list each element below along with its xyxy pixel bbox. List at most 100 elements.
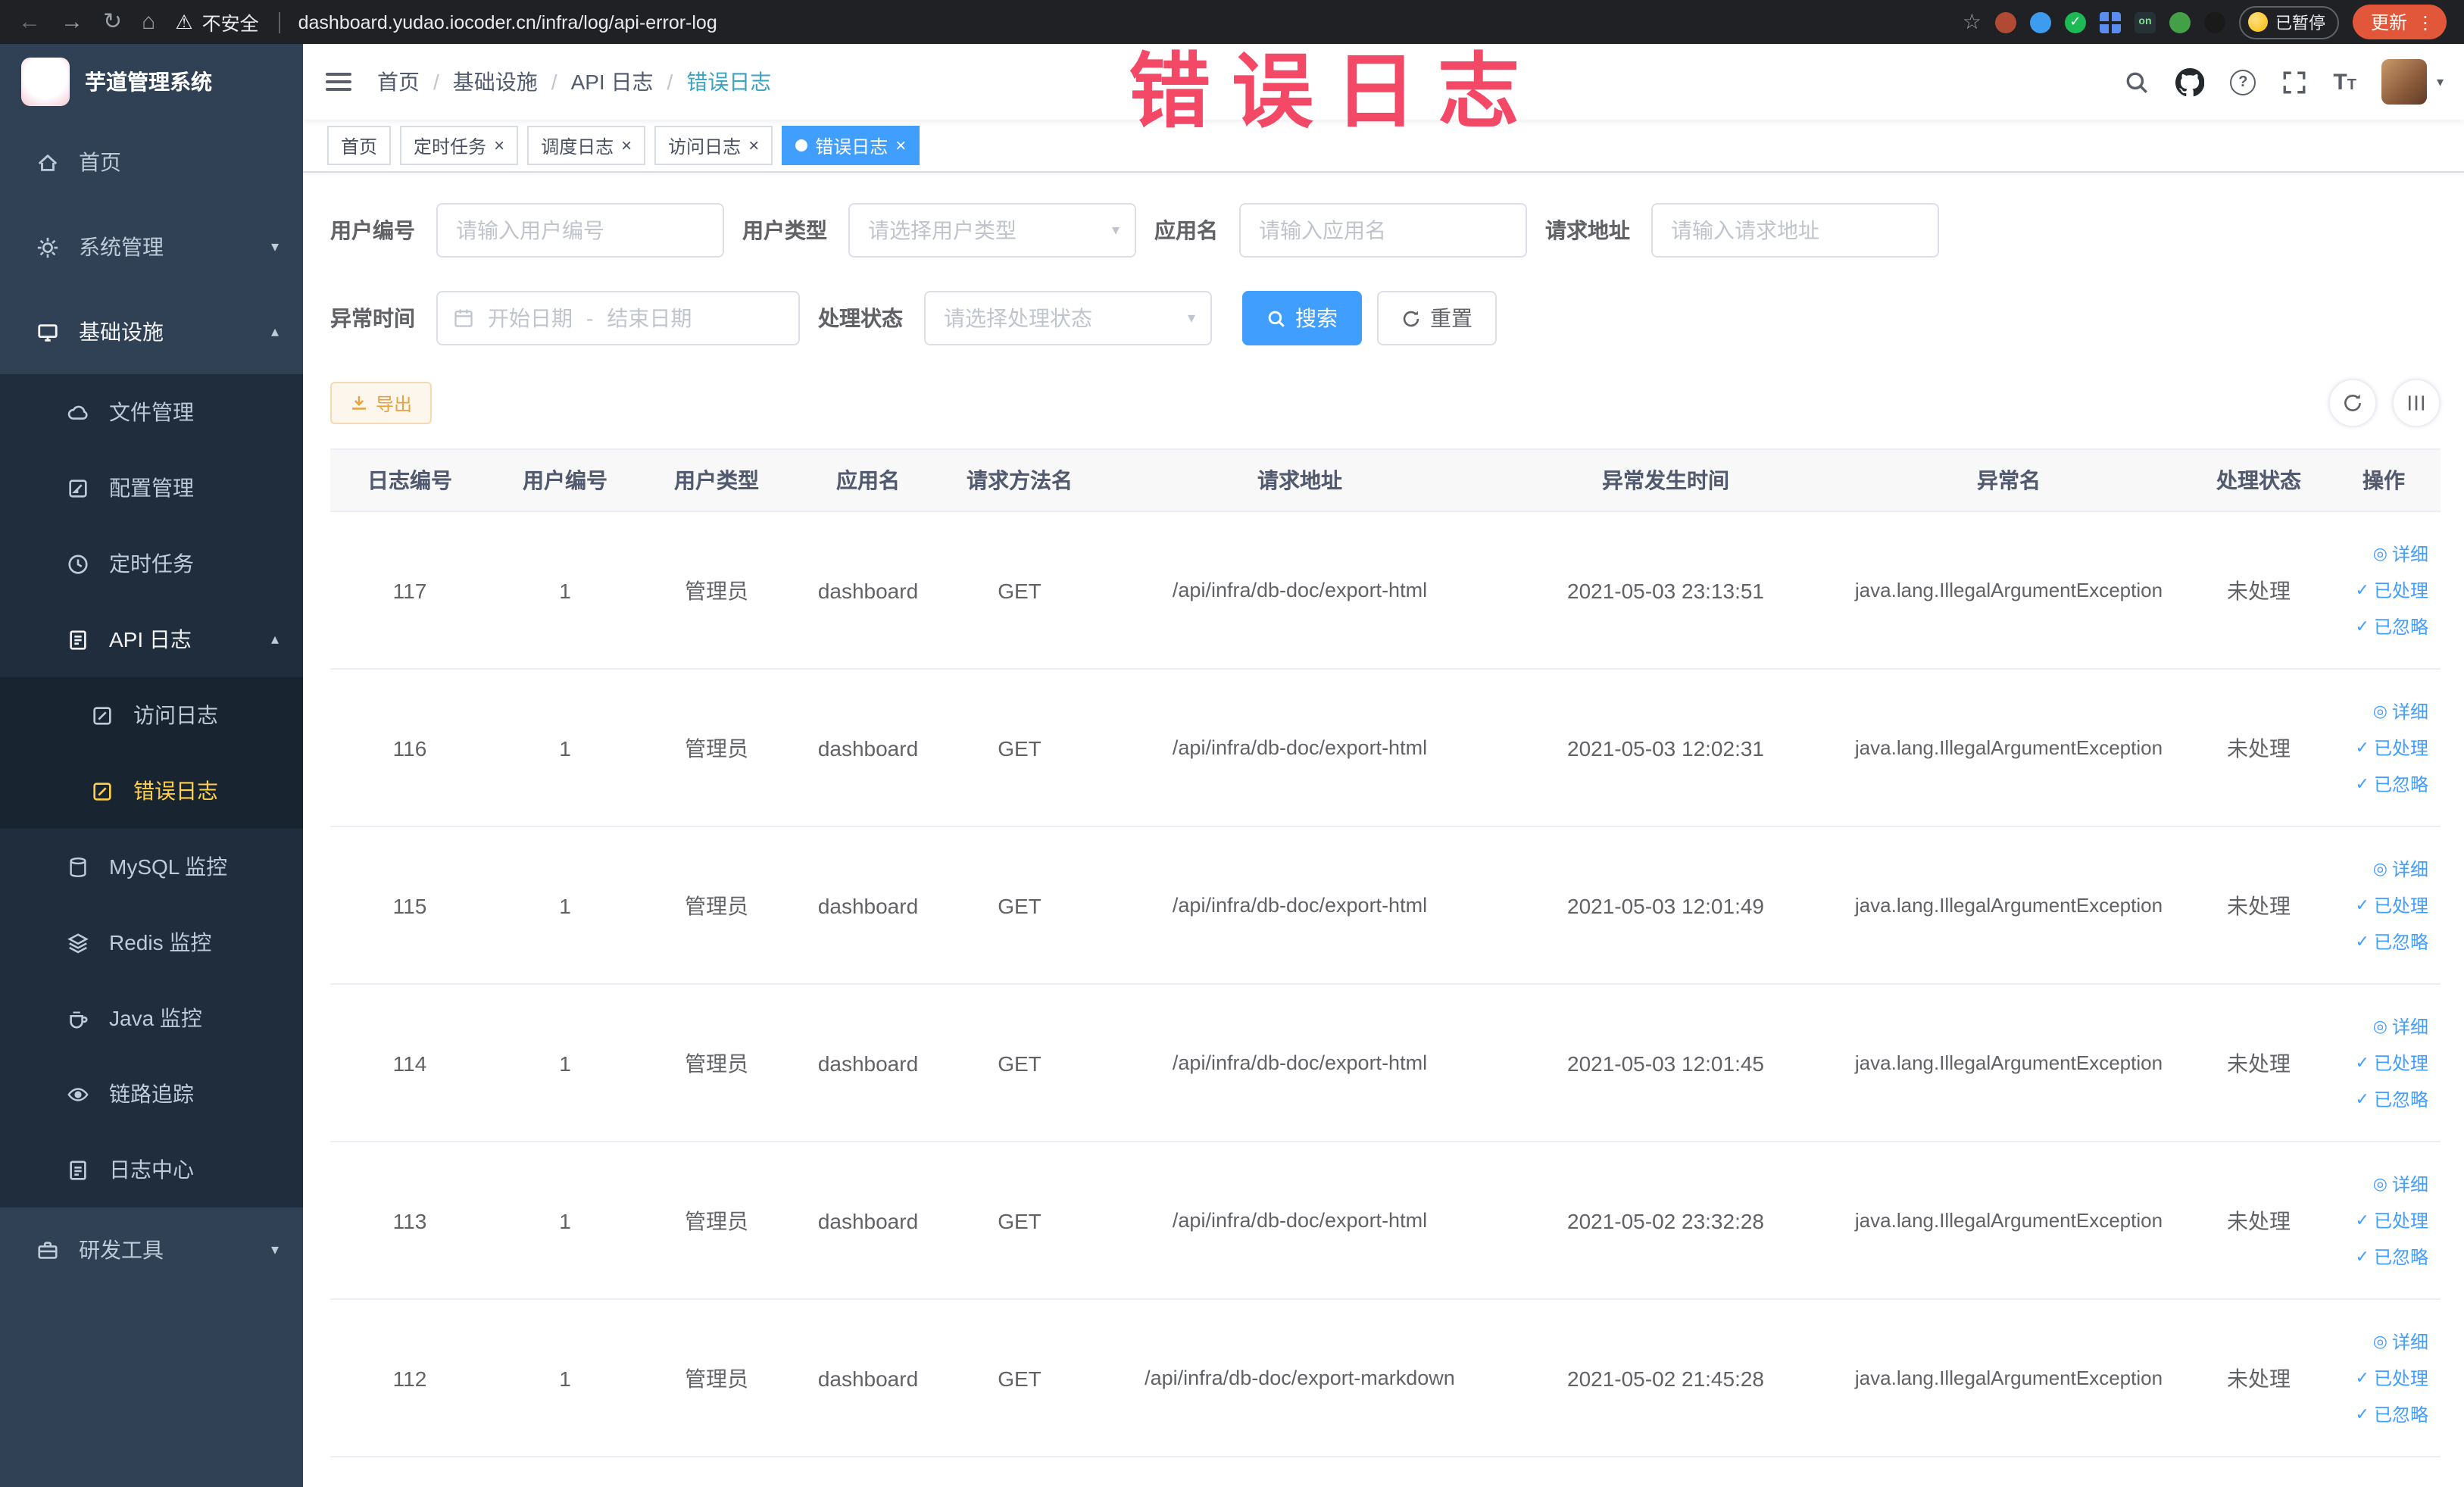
- tab-schedule-log[interactable]: 调度日志 ×: [527, 126, 646, 165]
- extension-icon-2[interactable]: [2029, 11, 2051, 33]
- sidebar-item-scheduled-job[interactable]: 定时任务: [0, 526, 303, 601]
- detail-link[interactable]: ◎ 详细: [2373, 1325, 2428, 1358]
- mark-ignored-link[interactable]: ✓ 已忽略: [2356, 1240, 2428, 1273]
- annotation-overlay: 错误日志: [1129, 47, 1541, 138]
- close-icon[interactable]: ×: [494, 136, 504, 155]
- home-icon: [30, 151, 64, 173]
- bookmark-star-icon[interactable]: ☆: [1963, 9, 1982, 35]
- extension-icon-grid[interactable]: [2099, 11, 2121, 33]
- breadcrumb-infra[interactable]: 基础设施: [453, 67, 538, 97]
- user-menu[interactable]: ▾: [2381, 59, 2444, 105]
- sidebar-item-home[interactable]: 首页: [0, 120, 303, 205]
- browser-back-icon[interactable]: ←: [18, 11, 41, 33]
- detail-link[interactable]: ◎ 详细: [2373, 537, 2428, 570]
- col-status: 处理状态: [2191, 448, 2327, 512]
- app-title: 芋道管理系统: [85, 70, 212, 94]
- sidebar-item-api-log[interactable]: API 日志 ▴: [0, 601, 303, 677]
- mark-ignored-link[interactable]: ✓ 已忽略: [2356, 1398, 2428, 1431]
- close-icon[interactable]: ×: [748, 136, 759, 155]
- sidebar-item-log-center[interactable]: 日志中心: [0, 1132, 303, 1207]
- mark-processed-link[interactable]: ✓ 已处理: [2356, 573, 2428, 607]
- sidebar-item-mysql-monitor[interactable]: MySQL 监控: [0, 829, 303, 904]
- app-name-input[interactable]: [1239, 203, 1527, 258]
- cell-status: 未处理: [2191, 826, 2327, 985]
- detail-link[interactable]: ◎ 详细: [2373, 852, 2428, 886]
- sidebar-item-java-monitor[interactable]: Java 监控: [0, 980, 303, 1056]
- sidebar-item-config-manage[interactable]: 配置管理: [0, 450, 303, 526]
- cell-exception-time: 2021-05-02 21:45:28: [1504, 1299, 1827, 1457]
- github-icon[interactable]: [2175, 67, 2205, 96]
- tab-error-log[interactable]: 错误日志 ×: [782, 126, 920, 165]
- font-size-icon[interactable]: TT: [2333, 70, 2356, 93]
- sidebar-item-label: Redis 监控: [109, 930, 212, 954]
- mark-ignored-link[interactable]: ✓ 已忽略: [2356, 925, 2428, 958]
- request-url-input[interactable]: [1651, 203, 1939, 258]
- reset-button[interactable]: 重置: [1377, 291, 1497, 345]
- close-icon[interactable]: ×: [621, 136, 632, 155]
- cell-status: 未处理: [2191, 1299, 2327, 1457]
- sidebar-item-file-manage[interactable]: 文件管理: [0, 374, 303, 450]
- table-toolbar: 导出: [330, 379, 2441, 427]
- breadcrumb-separator: /: [551, 70, 557, 94]
- toolbox-icon: [30, 1239, 64, 1261]
- browser-home-icon[interactable]: ⌂: [142, 11, 155, 33]
- hamburger-icon[interactable]: [303, 73, 374, 91]
- cell-request-url: /api/infra/db-doc/export-html: [1095, 1142, 1504, 1300]
- sidebar-item-infra[interactable]: 基础设施 ▴: [0, 289, 303, 374]
- kebab-menu-icon[interactable]: ⋮: [2416, 11, 2434, 33]
- refresh-button[interactable]: [2328, 379, 2377, 427]
- mark-ignored-link[interactable]: ✓ 已忽略: [2356, 610, 2428, 643]
- update-label: 更新: [2370, 12, 2407, 33]
- extension-icon-1[interactable]: [1994, 11, 2016, 33]
- cell-log-id: 115: [330, 826, 489, 985]
- mark-processed-link[interactable]: ✓ 已处理: [2356, 1204, 2428, 1237]
- detail-link[interactable]: ◎ 详细: [2373, 1010, 2428, 1043]
- app-window: 芋道管理系统 首页 系统管理 ▾ 基础设施 ▴ 文件管理 配置管理 定时任务 A…: [0, 44, 2464, 1487]
- breadcrumb-home[interactable]: 首页: [377, 67, 420, 97]
- extension-icon-3[interactable]: ✓: [2064, 11, 2086, 33]
- search-icon[interactable]: [2124, 69, 2150, 95]
- filter-exception-time: 异常时间 开始日期 - 结束日期: [330, 291, 800, 345]
- cell-user-id: 1: [489, 826, 641, 985]
- fullscreen-icon[interactable]: [2281, 69, 2307, 95]
- user-type-select[interactable]: 请选择用户类型 ▾: [848, 203, 1136, 258]
- sidebar-item-error-log[interactable]: 错误日志: [0, 753, 303, 829]
- sidebar-item-system[interactable]: 系统管理 ▾: [0, 205, 303, 289]
- site-security-indicator[interactable]: ⚠ 不安全: [175, 8, 258, 36]
- tab-access-log[interactable]: 访问日志 ×: [654, 126, 773, 165]
- help-icon[interactable]: ?: [2230, 69, 2256, 95]
- tab-scheduled-job[interactable]: 定时任务 ×: [400, 126, 519, 165]
- browser-reload-icon[interactable]: ↻: [103, 11, 122, 33]
- extension-icon-leaf[interactable]: [2169, 11, 2191, 33]
- mark-processed-link[interactable]: ✓ 已处理: [2356, 1046, 2428, 1079]
- address-bar-url[interactable]: dashboard.yudao.iocoder.cn/infra/log/api…: [278, 11, 717, 33]
- tab-home[interactable]: 首页: [327, 126, 392, 165]
- export-button[interactable]: 导出: [330, 382, 433, 424]
- sidebar-item-redis-monitor[interactable]: Redis 监控: [0, 904, 303, 980]
- search-button[interactable]: 搜索: [1242, 291, 1362, 345]
- detail-link[interactable]: ◎ 详细: [2373, 695, 2428, 728]
- mark-processed-link[interactable]: ✓ 已处理: [2356, 731, 2428, 764]
- sidebar-item-trace[interactable]: 链路追踪: [0, 1056, 303, 1132]
- close-icon[interactable]: ×: [895, 136, 906, 155]
- column-settings-button[interactable]: [2392, 379, 2441, 427]
- browser-update-button[interactable]: 更新 ⋮: [2352, 5, 2447, 39]
- mark-processed-link[interactable]: ✓ 已处理: [2356, 1361, 2428, 1395]
- date-range-picker[interactable]: 开始日期 - 结束日期: [436, 291, 800, 345]
- extension-icon-paw[interactable]: [2203, 11, 2225, 33]
- browser-forward-icon[interactable]: →: [61, 11, 83, 33]
- detail-link[interactable]: ◎ 详细: [2373, 1167, 2428, 1201]
- mark-ignored-link[interactable]: ✓ 已忽略: [2356, 767, 2428, 801]
- app-logo[interactable]: 芋道管理系统: [0, 44, 303, 120]
- status-select[interactable]: 请选择处理状态 ▾: [924, 291, 1212, 345]
- cell-app-name: dashboard: [792, 1299, 944, 1457]
- breadcrumb-api-log[interactable]: API 日志: [571, 67, 654, 97]
- user-id-input[interactable]: [436, 203, 724, 258]
- mark-ignored-link[interactable]: ✓ 已忽略: [2356, 1082, 2428, 1116]
- extension-icon-on[interactable]: on: [2134, 11, 2156, 33]
- sidebar-item-access-log[interactable]: 访问日志: [0, 677, 303, 753]
- sidebar-item-dev-tools[interactable]: 研发工具 ▾: [0, 1207, 303, 1292]
- paused-badge[interactable]: 已暂停: [2238, 5, 2339, 39]
- edit-square-icon: [85, 704, 118, 726]
- mark-processed-link[interactable]: ✓ 已处理: [2356, 889, 2428, 922]
